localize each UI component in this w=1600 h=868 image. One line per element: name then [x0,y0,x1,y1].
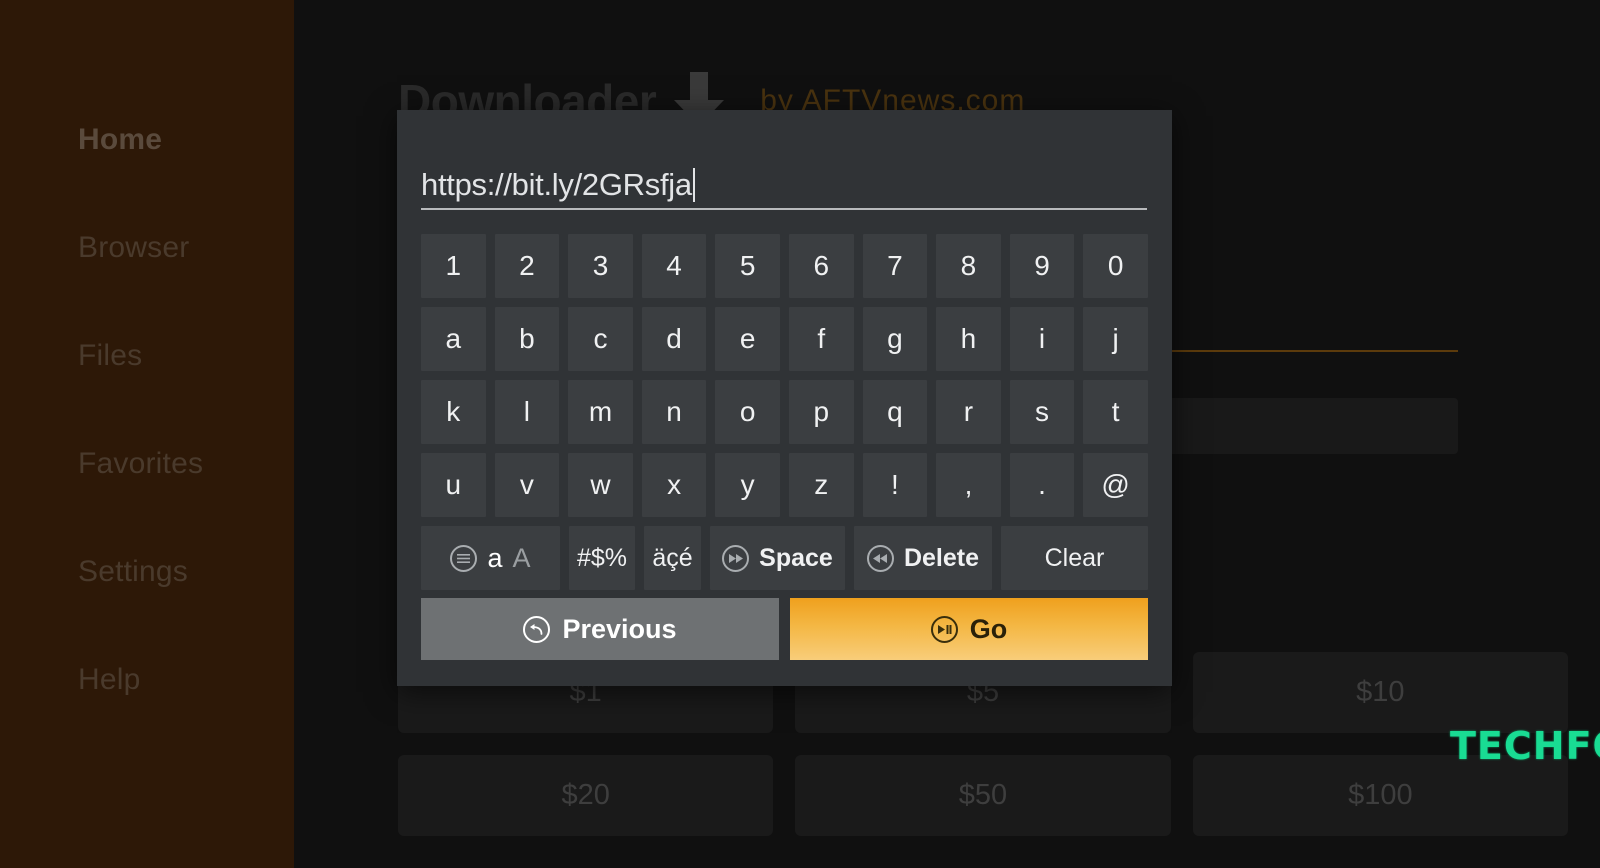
previous-button[interactable]: Previous [421,598,779,660]
key-p[interactable]: p [788,380,854,444]
url-input-dialog: https://bit.ly/2GRsfja 1 2 3 4 5 6 7 8 9… [397,110,1172,686]
key-period[interactable]: . [1009,453,1075,517]
key-q[interactable]: q [862,380,928,444]
key-e[interactable]: e [715,307,780,371]
sidebar-item-help[interactable]: Help [0,626,294,734]
sidebar-item-label: Help [78,663,141,696]
key-i[interactable]: i [1009,307,1075,371]
sidebar-item-label: Settings [78,555,188,588]
key-7[interactable]: 7 [862,234,928,298]
key-v[interactable]: v [494,453,560,517]
go-button-label: Go [969,613,1008,644]
keyboard-function-row: aA #$% äçé Space Delete Clear [421,526,1148,590]
key-3[interactable]: 3 [568,234,633,298]
sidebar-item-label: Favorites [78,447,204,480]
key-s[interactable]: s [1009,380,1075,444]
key-delete[interactable]: Delete [854,526,992,590]
screen: Home Browser Files Favorites Settings He… [0,0,1600,868]
key-accents[interactable]: äçé [644,526,701,590]
sidebar-item-files[interactable]: Files [0,302,294,410]
key-delete-label: Delete [903,543,980,572]
key-8[interactable]: 8 [936,234,1001,298]
key-b[interactable]: b [494,307,560,371]
key-space[interactable]: Space [710,526,845,590]
key-y[interactable]: y [715,453,780,517]
rewind-circle-icon [866,544,894,572]
key-g[interactable]: g [862,307,928,371]
key-o[interactable]: o [715,380,780,444]
donation-button[interactable]: $10 [1192,652,1568,733]
keyboard-row-numbers: 1 2 3 4 5 6 7 8 9 0 [421,234,1148,298]
key-x[interactable]: x [641,453,707,517]
key-f[interactable]: f [788,307,854,371]
go-button[interactable]: Go [790,598,1148,660]
key-u[interactable]: u [421,453,486,517]
key-r[interactable]: r [936,380,1001,444]
key-at[interactable]: @ [1083,453,1148,517]
key-exclamation[interactable]: ! [862,453,928,517]
play-pause-circle-icon [930,615,958,643]
url-input-value: https://bit.ly/2GRsfja [421,167,692,202]
keyboard-row-k-t: k l m n o p q r s t [421,380,1148,444]
key-comma[interactable]: , [936,453,1001,517]
key-clear[interactable]: Clear [1001,526,1148,590]
key-5[interactable]: 5 [715,234,780,298]
on-screen-keyboard: 1 2 3 4 5 6 7 8 9 0 a b c d e f g h i j … [421,234,1148,599]
dialog-action-row: Previous Go [421,598,1148,660]
key-h[interactable]: h [936,307,1001,371]
back-arrow-circle-icon [523,615,551,643]
key-m[interactable]: m [568,380,633,444]
key-l[interactable]: l [494,380,560,444]
key-n[interactable]: n [641,380,707,444]
key-d[interactable]: d [641,307,707,371]
donation-button[interactable]: $20 [398,755,774,836]
sidebar-item-label: Home [78,123,163,156]
key-2[interactable]: 2 [494,234,560,298]
donation-button[interactable]: $50 [795,755,1171,836]
sidebar-item-settings[interactable]: Settings [0,518,294,626]
key-z[interactable]: z [788,453,854,517]
key-4[interactable]: 4 [641,234,707,298]
key-k[interactable]: k [421,380,486,444]
watermark-text: TECHFOLLOWS [1450,724,1600,768]
url-input[interactable]: https://bit.ly/2GRsfja [421,158,1147,210]
sidebar-item-home[interactable]: Home [0,86,294,194]
sidebar-item-label: Browser [78,231,190,264]
sidebar-item-browser[interactable]: Browser [0,194,294,302]
case-toggle-lower: a [487,542,503,573]
keyboard-row-u-at: u v w x y z ! , . @ [421,453,1148,517]
fast-forward-circle-icon [722,544,750,572]
sidebar-item-favorites[interactable]: Favorites [0,410,294,518]
key-symbols[interactable]: #$% [569,526,635,590]
key-6[interactable]: 6 [788,234,854,298]
previous-button-label: Previous [562,613,677,644]
key-j[interactable]: j [1083,307,1148,371]
sidebar-item-label: Files [78,339,143,372]
key-w[interactable]: w [568,453,633,517]
key-c[interactable]: c [568,307,633,371]
key-a[interactable]: a [421,307,486,371]
watermark: TECHFOLLOWS [1450,722,1600,770]
key-case-toggle[interactable]: aA [421,526,560,590]
key-0[interactable]: 0 [1083,234,1148,298]
menu-circle-icon [450,544,478,572]
key-space-label: Space [759,543,833,572]
sidebar: Home Browser Files Favorites Settings He… [0,0,294,868]
case-toggle-upper: A [512,542,531,573]
key-9[interactable]: 9 [1009,234,1075,298]
sidebar-nav-list: Home Browser Files Favorites Settings He… [0,86,294,734]
keyboard-row-a-j: a b c d e f g h i j [421,307,1148,371]
text-caret [692,168,695,202]
key-t[interactable]: t [1083,380,1148,444]
key-1[interactable]: 1 [421,234,486,298]
